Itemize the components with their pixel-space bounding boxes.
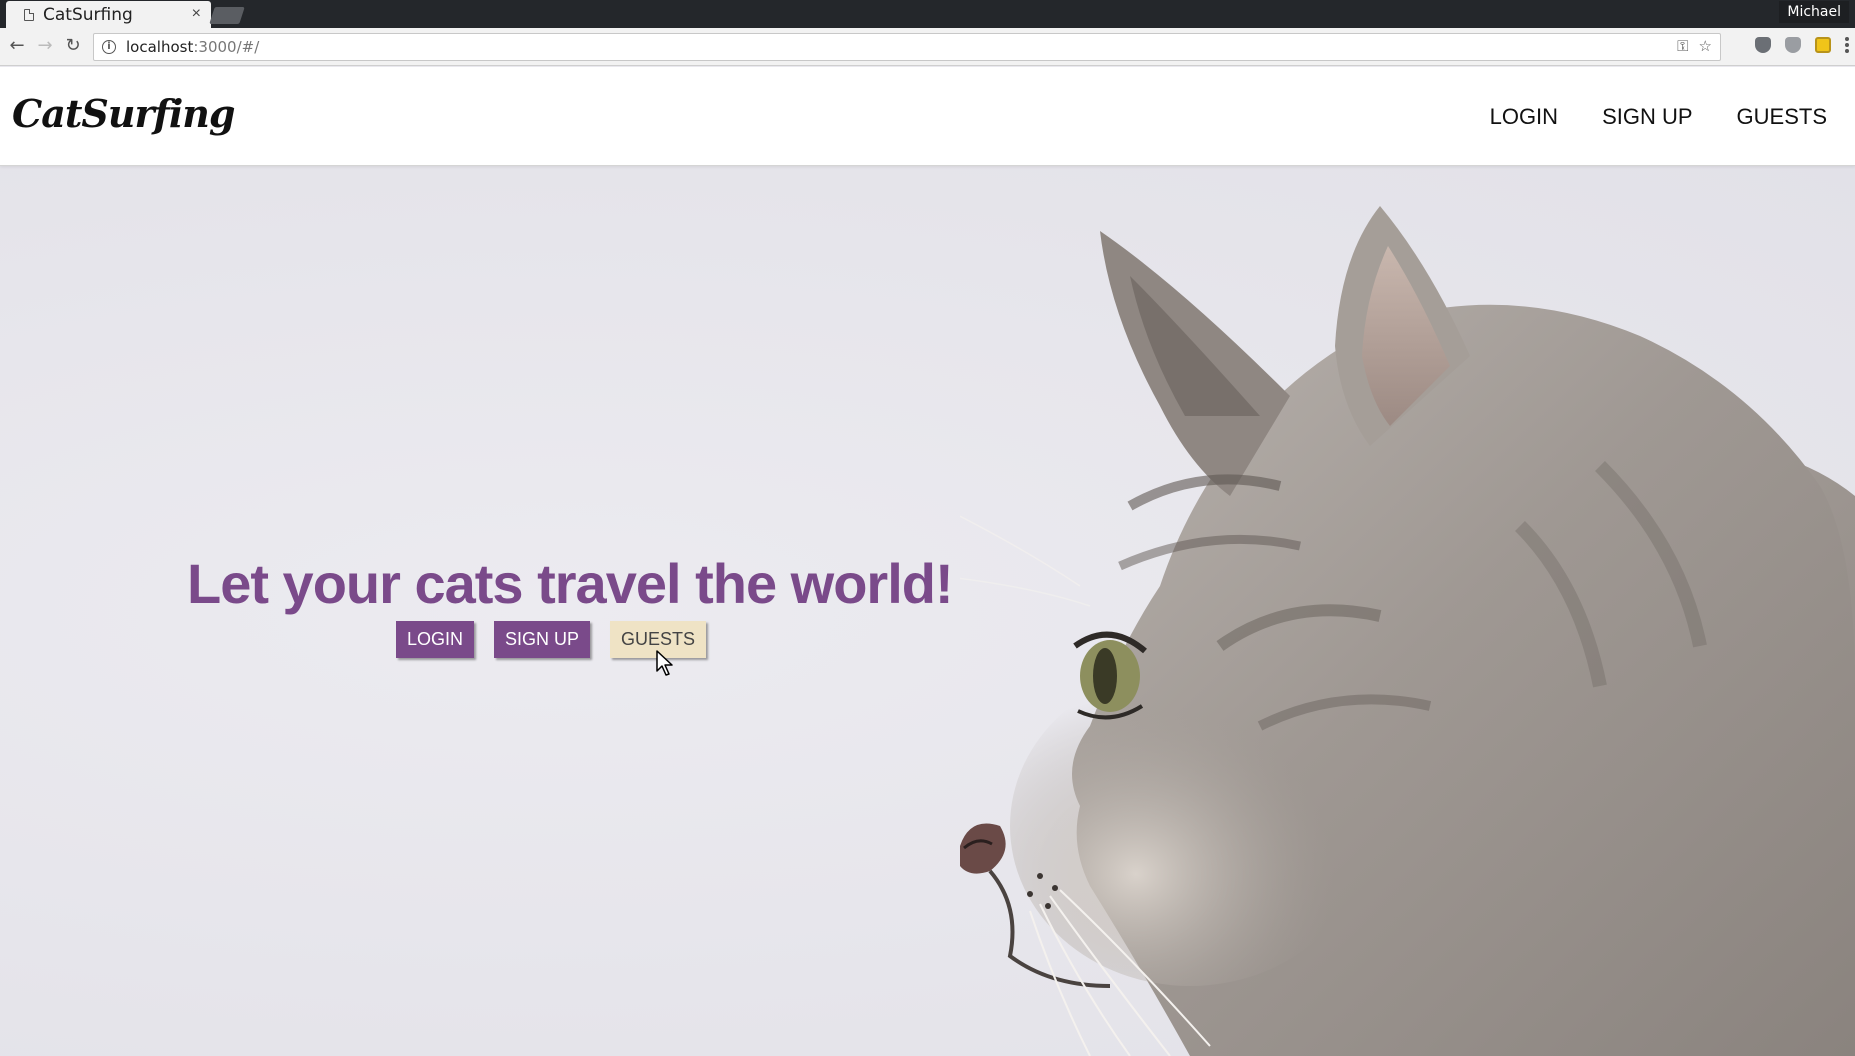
menu-icon[interactable] — [1845, 37, 1849, 53]
browser-tab-strip: CatSurfing × Michael — [0, 0, 1855, 28]
nav-guests-link[interactable]: GUESTS — [1737, 104, 1827, 130]
key-icon[interactable]: ⚿ — [1677, 37, 1688, 55]
hero-section: Let your cats travel the world! LOGIN SI… — [0, 166, 1855, 1056]
url-host: localhost — [126, 38, 194, 56]
info-icon[interactable]: i — [102, 40, 116, 54]
browser-toolbar: ← → ↻ i localhost:3000/#/ ⚿ ☆ — [0, 28, 1855, 66]
extension-icon[interactable] — [1755, 37, 1771, 53]
page-icon — [24, 8, 34, 21]
brand-logo[interactable]: CatSurfing — [12, 91, 235, 136]
cat-image — [960, 206, 1855, 1056]
hero-signup-button[interactable]: SIGN UP — [494, 621, 591, 658]
back-icon[interactable]: ← — [6, 35, 28, 57]
notes-icon[interactable] — [1815, 37, 1831, 53]
nav-signup-link[interactable]: SIGN UP — [1602, 104, 1692, 130]
site-navbar: CatSurfing LOGIN SIGN UP GUESTS — [0, 67, 1855, 166]
reload-icon[interactable]: ↻ — [62, 35, 84, 57]
new-tab-button[interactable] — [209, 7, 245, 24]
hero-title: Let your cats travel the world! — [187, 552, 954, 615]
nav-login-link[interactable]: LOGIN — [1490, 104, 1558, 130]
nav-links: LOGIN SIGN UP GUESTS — [1490, 67, 1827, 166]
page-viewport: CatSurfing LOGIN SIGN UP GUESTS Let your… — [0, 67, 1855, 1056]
star-icon[interactable]: ☆ — [1699, 37, 1712, 55]
browser-tab[interactable]: CatSurfing × — [6, 1, 211, 28]
tab-title: CatSurfing — [43, 4, 133, 25]
mouse-cursor-icon — [656, 650, 673, 676]
forward-icon[interactable]: → — [34, 35, 56, 57]
profile-button[interactable]: Michael — [1779, 1, 1849, 23]
shield-icon[interactable] — [1785, 37, 1801, 53]
close-icon[interactable]: × — [192, 5, 201, 23]
address-bar[interactable]: i localhost:3000/#/ ⚿ ☆ — [93, 33, 1721, 61]
url-path: :3000/#/ — [193, 38, 260, 56]
hero-login-button[interactable]: LOGIN — [396, 621, 475, 658]
